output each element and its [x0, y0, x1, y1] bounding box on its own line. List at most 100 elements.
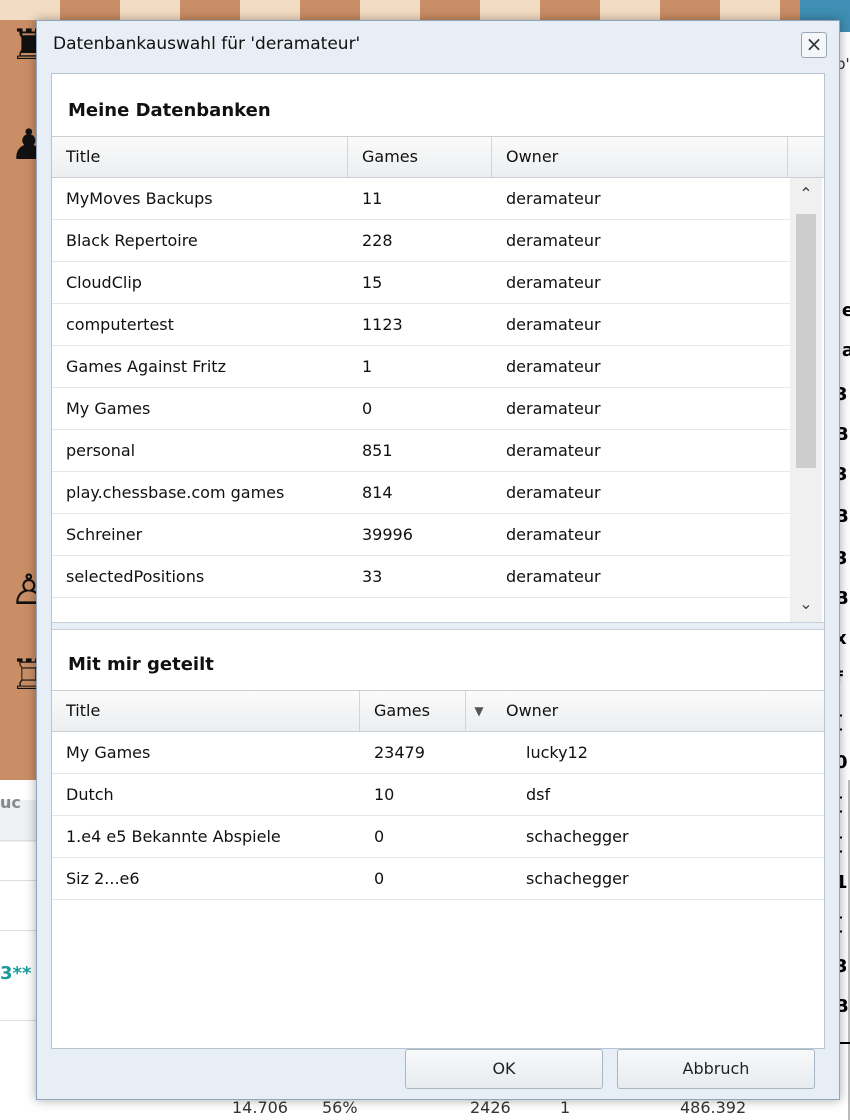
sort-down-icon[interactable]: ▼ [466, 691, 492, 731]
column-header-games[interactable]: Games [348, 137, 492, 177]
column-header-title[interactable]: Title [52, 137, 348, 177]
cell-title [52, 598, 66, 622]
cancel-button[interactable]: Abbruch [617, 1049, 815, 1089]
table-row[interactable]: Black Repertoire 228 deramateur [52, 220, 792, 262]
table-row[interactable]: Siz 2...e6 0 schachegger [52, 858, 824, 900]
dialog-title: Datenbankauswahl für 'deramateur' [53, 34, 361, 54]
cell-title: personal [66, 441, 136, 460]
close-button[interactable]: × [801, 32, 827, 58]
cell-games: 228 [362, 231, 393, 250]
cell-title: Dutch [66, 785, 114, 804]
cell-title: My Games [66, 399, 151, 418]
table-row[interactable]: Schreiner 39996 deramateur [52, 514, 792, 556]
my-databases-heading: Meine Datenbanken [68, 100, 271, 121]
table-row[interactable]: Dutch 10 dsf [52, 774, 824, 816]
cell-games: 15 [362, 273, 383, 292]
cell-games: 0 [374, 827, 385, 846]
table-row[interactable]: play.chessbase.com games 814 deramateur [52, 472, 792, 514]
table-row[interactable]: MyMoves Backups 11 deramateur [52, 178, 792, 220]
background-stat: 14.706 [232, 1098, 288, 1117]
cell-games: 1 [362, 357, 373, 376]
cell-games: 39996 [362, 525, 413, 544]
chevron-up-icon[interactable]: ⌃ [790, 178, 822, 210]
column-header-games[interactable]: Games [360, 691, 466, 731]
table-row[interactable]: My Games 23479 lucky12 [52, 732, 824, 774]
dialog-body: Meine Datenbanken Title Games Owner MyMo… [51, 73, 825, 1049]
cell-owner: deramateur [506, 441, 601, 460]
cell-title: selectedPositions [66, 567, 205, 586]
cell-games: 33 [362, 567, 383, 586]
background-stats-row: 14.706 56% 2426 1 486.392 [0, 1098, 800, 1120]
table-row[interactable]: personal 851 deramateur [52, 430, 792, 472]
background-divider [0, 930, 40, 931]
cell-owner: deramateur [506, 525, 601, 544]
shared-databases-header: Title Games ▼ Owner [52, 690, 824, 732]
column-header-owner[interactable]: Owner [492, 691, 824, 731]
column-header-owner[interactable]: Owner [492, 137, 788, 177]
background-divider [0, 840, 40, 841]
cell-games: 0 [362, 399, 373, 418]
cell-owner: deramateur [506, 189, 601, 208]
cell-owner: deramateur [506, 483, 601, 502]
cell-games: 23479 [374, 743, 425, 762]
shared-databases-heading: Mit mir geteilt [68, 654, 214, 675]
cell-title: computertest [66, 315, 174, 334]
dialog-footer: OK Abbruch [51, 1049, 825, 1089]
cell-owner: deramateur [506, 357, 601, 376]
my-databases-list: MyMoves Backups 11 deramateur Black Repe… [52, 178, 792, 622]
dialog-titlebar[interactable]: Datenbankauswahl für 'deramateur' × [37, 21, 839, 71]
cell-title: Siz 2...e6 [66, 869, 140, 888]
cell-title: MyMoves Backups [66, 189, 213, 208]
cell-owner: deramateur [506, 567, 601, 586]
background-divider [0, 1020, 40, 1021]
table-row[interactable]: CloudClip 15 deramateur [52, 262, 792, 304]
cell-games: 10 [374, 785, 395, 804]
cell-owner: deramateur [506, 315, 601, 334]
cell-owner: deramateur [506, 273, 601, 292]
cell-title: Black Repertoire [66, 231, 198, 250]
scrollbar-thumb[interactable] [796, 214, 816, 468]
cell-owner: deramateur [506, 231, 601, 250]
cell-owner: deramateur [506, 399, 601, 418]
cell-owner [492, 598, 506, 622]
my-databases-header: Title Games Owner [52, 136, 824, 178]
table-row-partial[interactable] [52, 598, 792, 622]
table-row[interactable]: computertest 1123 deramateur [52, 304, 792, 346]
cell-title: Schreiner [66, 525, 143, 544]
cell-owner: dsf [526, 785, 551, 804]
cell-games: 814 [362, 483, 393, 502]
cell-owner: lucky12 [526, 743, 588, 762]
chevron-down-icon[interactable]: ⌄ [790, 588, 822, 620]
cell-title: CloudClip [66, 273, 142, 292]
background-snippet: uc [0, 793, 21, 812]
table-row[interactable]: selectedPositions 33 deramateur [52, 556, 792, 598]
cell-games: 1123 [362, 315, 403, 334]
cell-games: 11 [362, 189, 383, 208]
shared-databases-list: My Games 23479 lucky12 Dutch 10 dsf 1.e4… [52, 732, 824, 1042]
cell-games: 0 [374, 869, 385, 888]
table-row[interactable]: My Games 0 deramateur [52, 388, 792, 430]
cell-title: play.chessbase.com games [66, 483, 285, 502]
ok-button[interactable]: OK [405, 1049, 603, 1089]
column-header-title[interactable]: Title [52, 691, 360, 731]
cell-games: 851 [362, 441, 393, 460]
background-snippet-teal: 3** [0, 963, 32, 984]
my-databases-scrollbar[interactable]: ⌃ ⌄ [790, 178, 822, 622]
cell-title: My Games [66, 743, 151, 762]
background-stat: 1 [560, 1098, 571, 1117]
cell-owner: schachegger [526, 827, 629, 846]
background-stat: 486.392 [680, 1098, 747, 1117]
table-row[interactable]: 1.e4 e5 Bekannte Abspiele 0 schachegger [52, 816, 824, 858]
cell-owner: schachegger [526, 869, 629, 888]
database-selection-dialog: Datenbankauswahl für 'deramateur' × Mein… [36, 20, 840, 1100]
close-icon: × [805, 32, 823, 56]
background-stat: 2426 [470, 1098, 511, 1117]
background-divider [0, 880, 40, 881]
background-stat: 56% [322, 1098, 358, 1117]
cell-games [348, 598, 362, 622]
section-divider [52, 622, 824, 630]
cell-title: 1.e4 e5 Bekannte Abspiele [66, 827, 281, 846]
cell-title: Games Against Fritz [66, 357, 226, 376]
chessboard-top-rank [0, 0, 800, 20]
table-row[interactable]: Games Against Fritz 1 deramateur [52, 346, 792, 388]
